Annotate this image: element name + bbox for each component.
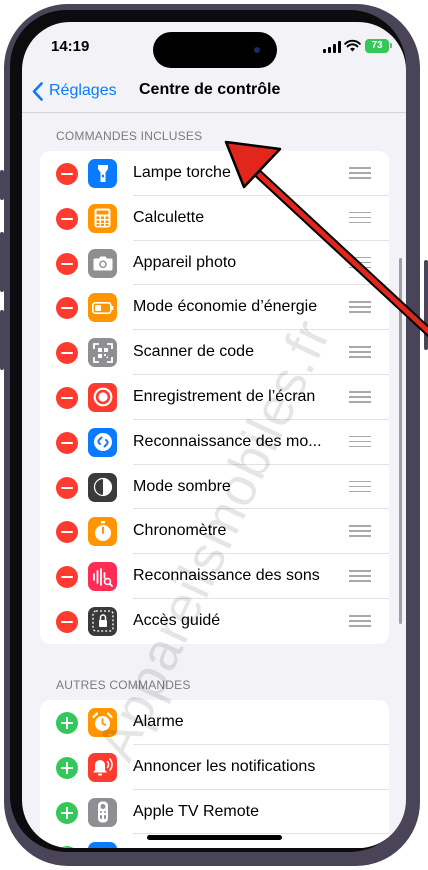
qr-scanner-icon [88,338,117,368]
list-item: Appareil photo [40,241,389,286]
reorder-handle[interactable] [349,435,371,448]
flashlight-icon [88,159,117,188]
remove-button[interactable] [56,386,78,409]
list-item: Enregistrement de l’écran [40,375,389,420]
add-button[interactable] [56,801,78,824]
reorder-handle[interactable] [349,346,371,358]
section-header-other: AUTRES COMMANDES [56,678,191,692]
cellular-signal-icon [323,41,341,53]
screen: 14:19 73 Réglages Centre de contrôle COM… [22,22,406,848]
list-item: Mode sombre [40,465,389,510]
status-time: 14:19 [51,38,90,55]
list-item: Annoncer les notifications [40,745,389,790]
remove-button[interactable] [56,431,78,454]
reorder-handle[interactable] [349,256,371,269]
list-item: Scanner de code [40,330,389,375]
section-header-included: COMMANDES INCLUSES [56,129,203,143]
list-item-label: Appareil photo [133,253,237,271]
list-item-label: Lampe torche [133,164,231,181]
status-bar: 14:19 73 [22,22,406,70]
list-item-label: Enregistrement de l’écran [133,387,316,405]
reorder-handle[interactable] [349,301,371,313]
remove-button[interactable] [56,207,78,230]
mute-switch [0,170,4,200]
sound-recognition-icon [88,562,117,592]
list-item-label: Apple TV Remote [133,802,259,820]
list-item: Reconnaissance des sons [40,554,389,599]
dynamic-island [153,32,277,68]
battery-saver-icon [88,293,117,323]
other-controls-list: Alarme Annoncer les notifications Apple … [40,700,389,848]
volume-up-button [0,232,4,292]
reorder-handle[interactable] [349,390,371,403]
island-indicator [254,47,260,53]
remove-button[interactable] [56,163,78,185]
back-label: Réglages [49,82,117,99]
shazam-icon [88,427,117,457]
add-button[interactable] [56,712,78,734]
list-item-label: Reconnaissance des sons [133,567,320,585]
list-item-label: Mode sombre [133,477,231,495]
remove-button[interactable] [56,610,78,633]
included-controls-list: Lampe torche Calculette Appareil photo M… [40,151,389,644]
list-item: Reconnaissance des mo... [40,420,389,465]
remove-button[interactable] [56,252,78,275]
guided-access-icon [88,606,117,636]
list-item: Mode économie d’énergie [40,285,389,331]
back-button[interactable]: Réglages [32,79,117,103]
scroll-indicator [399,258,402,624]
camera-icon [88,248,117,278]
reorder-handle[interactable] [349,570,371,582]
calculator-icon [88,203,117,233]
page-title: Centre de contrôle [139,81,281,98]
list-item: Alarme [40,700,389,745]
chevron-left-icon [32,81,43,101]
list-item-label: Scanner de code [133,343,254,361]
stopwatch-icon [88,517,117,547]
battery-icon: 73 [365,39,389,53]
list-item-label: Annoncer les notifications [133,757,316,775]
add-button[interactable] [56,846,78,848]
remove-button[interactable] [56,476,78,499]
announce-notifications-icon [88,752,117,782]
list-item-label: Accès guidé [133,611,221,629]
reorder-handle[interactable] [349,525,371,537]
alarm-icon [88,708,117,737]
battery-tip [390,43,392,48]
reorder-handle[interactable] [349,211,371,224]
reorder-handle[interactable] [349,614,371,627]
reorder-handle[interactable] [349,480,371,493]
list-item: Lampe torche [40,151,389,196]
list-item-label: Chronomètre [133,522,227,540]
volume-down-button [0,310,4,370]
add-button[interactable] [56,756,78,779]
list-item-label: Alarme [133,713,184,730]
navigation-bar: Réglages Centre de contrôle [22,70,406,113]
remove-button[interactable] [56,297,78,320]
remove-button[interactable] [56,521,78,544]
list-item-label: Reconnaissance des mo... [133,432,322,450]
list-item: Chronomètre [40,509,389,555]
dark-mode-icon [88,472,117,502]
remove-button[interactable] [56,342,78,365]
list-item: Calculette [40,196,389,241]
wifi-icon [344,39,361,52]
screen-record-icon [88,382,117,412]
tv-remote-icon [88,797,117,827]
power-button [424,260,428,350]
list-item: Apple TV Remote [40,790,389,835]
partial-row-icon [88,842,117,848]
home-indicator[interactable] [147,835,282,840]
reorder-handle[interactable] [349,167,371,179]
list-item-label: Mode économie d’énergie [133,298,318,316]
list-item: Accès guidé [40,599,389,644]
remove-button[interactable] [56,566,78,589]
list-item-label: Calculette [133,208,205,226]
